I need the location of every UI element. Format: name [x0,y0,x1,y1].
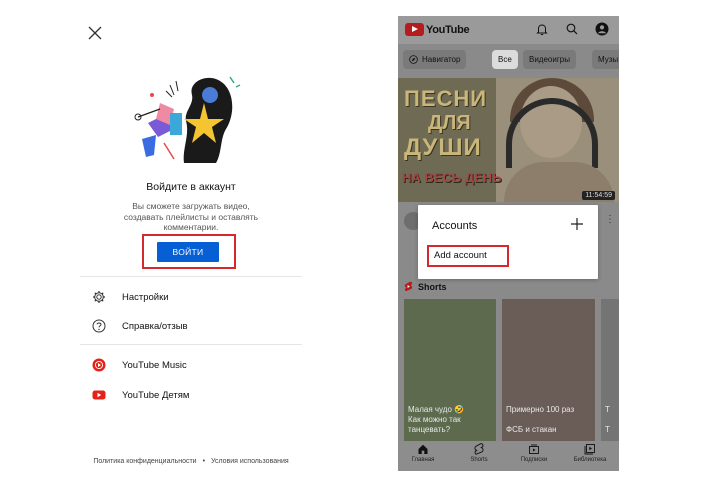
video-duration-badge: 11:54:59 [582,191,615,200]
chip-navigator[interactable]: Навигатор [403,50,467,69]
signed-out-account-screen: Войдите в аккаунт Вы сможете загружать в… [80,18,302,470]
youtube-kids-icon [92,390,106,400]
youtube-music-icon [92,358,106,372]
legal-links: Политика конфиденциальности • Условия ис… [80,458,302,465]
accounts-popup-title: Accounts [432,220,478,232]
menu-item-label: Справка/отзыв [122,320,188,332]
shorts-nav-icon [474,443,484,455]
shorts-title: Shorts [418,281,447,292]
plus-icon[interactable] [570,217,584,231]
bottom-navigation: Главная Shorts Подписки Библиотека [398,441,619,471]
compass-icon [409,55,418,64]
menu-item-settings[interactable]: Настройки [92,288,169,306]
signin-description: Вы сможете загружать видео, создавать пл… [116,201,266,233]
menu-item-label: YouTube Music [122,359,187,371]
category-chips: Навигатор Все Видеоигры Музы [398,50,619,70]
short-caption-line: Т [605,425,610,434]
thumbnail-text: НА ВЕСЬ ДЕНЬ [402,170,502,185]
signin-desc-line: создавать плейлисты и оставлять [123,211,259,222]
signin-illustration [134,76,241,163]
signin-button[interactable]: ВОЙТИ [157,242,219,262]
nav-subscriptions[interactable]: Подписки [514,443,554,463]
short-caption-line: Примерно 100 раз [506,405,575,414]
video-thumbnail[interactable]: ПЕСНИ ДЛЯ ДУШИ НА ВЕСЬ ДЕНЬ [398,78,619,202]
chip-label: Видеоигры [529,55,570,64]
short-video-card[interactable]: Малая чудо 🤣 Как можно так танцевать? [404,299,496,441]
nav-label: Shorts [470,457,488,463]
chip-label: Музы [598,55,619,64]
nav-label: Главная [411,457,435,463]
accounts-popup: Accounts Add account [418,205,598,279]
home-icon [418,444,428,454]
short-caption-line [506,415,592,425]
short-caption: Малая чудо 🤣 Как можно так танцевать? [408,405,494,435]
divider [80,276,302,277]
account-avatar-icon[interactable] [595,22,609,36]
signin-title: Войдите в аккаунт [146,181,236,193]
top-app-bar: YouTube [398,16,619,44]
chip-label: Все [498,55,512,64]
signin-button-highlight: ВОЙТИ [142,234,236,269]
gear-icon [93,291,105,303]
terms-of-use-link[interactable]: Условия использования [211,458,289,465]
add-account-highlight: Add account [427,245,509,267]
menu-item-youtube-kids[interactable]: YouTube Детям [92,386,189,404]
short-caption-line [605,415,619,425]
signin-desc-line: Вы сможете загружать видео, [132,201,250,211]
add-account-button[interactable]: Add account [434,250,487,261]
screenshot-stage: Войдите в аккаунт Вы сможете загружать в… [0,0,720,480]
thumbnail-text: ПЕСНИ [404,86,488,111]
divider [80,344,302,345]
short-caption: Т Т [605,405,619,435]
legal-separator: • [202,458,206,465]
nav-library[interactable]: Библиотека [570,443,610,463]
library-icon [584,444,595,455]
chip-all[interactable]: Все [492,50,518,69]
more-options-icon[interactable]: ⋮ [605,214,615,225]
thumbnail-text: ДУШИ [404,134,482,161]
youtube-wordmark: YouTube [426,23,470,36]
menu-item-label: YouTube Детям [122,389,190,401]
shorts-section-header: Shorts [404,281,447,292]
bell-icon[interactable] [535,22,549,36]
chip-music[interactable]: Музы [592,50,619,69]
short-video-card[interactable]: Т Т [601,299,619,441]
thumbnail-text: ДЛЯ [428,112,471,134]
nav-shorts[interactable]: Shorts [459,443,499,463]
signin-desc-line: комментарии. [163,222,219,232]
short-caption-line: Т [605,405,610,414]
nav-label: Подписки [520,457,548,463]
menu-item-youtube-music[interactable]: YouTube Music [92,356,187,374]
help-icon [92,319,106,333]
menu-item-label: Настройки [122,291,169,303]
youtube-play-icon [405,23,424,36]
chip-video-games[interactable]: Видеоигры [523,50,576,69]
short-caption-line: ФСБ и стакан [506,425,557,434]
short-caption: Примерно 100 раз ФСБ и стакан [506,405,592,435]
chip-label: Навигатор [422,55,461,64]
nav-label: Библиотека [573,457,607,463]
shorts-icon [404,281,413,292]
menu-item-help[interactable]: Справка/отзыв [92,317,188,335]
nav-home[interactable]: Главная [403,443,443,463]
search-icon[interactable] [565,22,579,36]
short-caption-line: Как можно так [408,415,461,424]
youtube-logo[interactable]: YouTube [405,23,470,36]
short-video-card[interactable]: Примерно 100 раз ФСБ и стакан [502,299,595,441]
short-caption-line: танцевать? [408,425,451,434]
short-caption-line: Малая чудо 🤣 [408,405,465,414]
subscriptions-icon [529,444,539,454]
close-icon[interactable] [86,24,104,42]
privacy-policy-link[interactable]: Политика конфиденциальности [93,458,196,465]
